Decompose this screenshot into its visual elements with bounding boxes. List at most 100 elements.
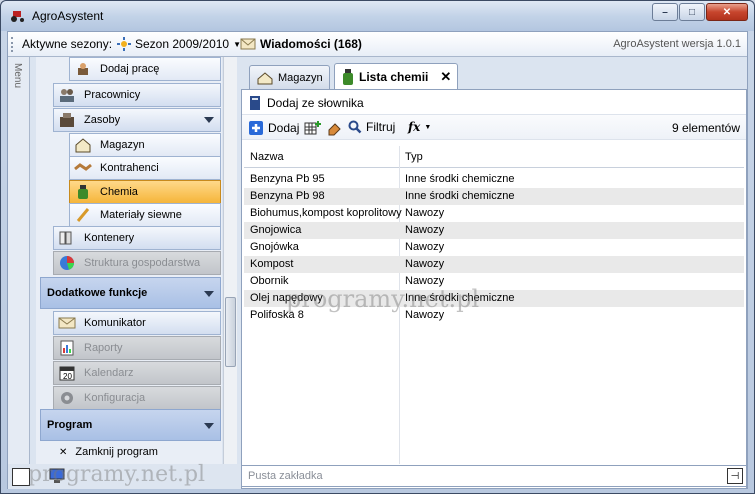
section-dodatkowe-funkcje[interactable]: Dodatkowe funkcje: [40, 277, 221, 309]
clear-button[interactable]: [326, 120, 344, 136]
grid-header: Nazwa Typ: [244, 146, 744, 168]
warehouse-icon: [72, 135, 94, 155]
season-dropdown[interactable]: Sezon 2009/2010 ▼: [117, 37, 241, 51]
fx-icon: fx: [408, 120, 421, 134]
sidebar-item-raporty[interactable]: Raporty: [53, 336, 221, 360]
sidebar-item-label: Materiały siewne: [100, 209, 182, 221]
sidebar-item-pracownicy[interactable]: Pracownicy: [53, 83, 221, 107]
section-title: Program: [47, 419, 93, 431]
empty-tab-label: Pusta zakładka: [248, 470, 323, 482]
sidebar-item-label: Magazyn: [100, 139, 145, 151]
collapse-arrow-icon[interactable]: [204, 117, 214, 123]
sidebar-item-materialy-siewne[interactable]: Materiały siewne: [69, 203, 221, 227]
content-panel: Dodaj ze słownika Dodaj Filtruj fx ▼ 9 e…: [241, 89, 747, 489]
sidebar-item-dodaj-prace[interactable]: Dodaj pracę: [69, 57, 221, 81]
column-header-typ[interactable]: Typ: [405, 151, 423, 163]
minimize-button[interactable]: –: [652, 3, 678, 21]
top-toolbar: Aktywne sezony: Sezon 2009/2010 ▼ Wiadom…: [8, 32, 747, 57]
filter-button[interactable]: Filtruj: [348, 120, 395, 134]
x-icon: ✕: [59, 446, 68, 458]
sidebar-item-komunikator[interactable]: Komunikator: [53, 311, 221, 335]
eraser-icon: [328, 123, 341, 136]
sidebar-item-struktura[interactable]: Struktura gospodarstwa: [53, 251, 221, 275]
sidebar-item-magazyn[interactable]: Magazyn: [69, 133, 221, 157]
add-column-button[interactable]: [304, 120, 322, 136]
scrollbar-thumb[interactable]: [225, 297, 236, 367]
cell-nazwa: Kompost: [250, 258, 294, 270]
sidebar-item-label: Konfiguracja: [84, 392, 146, 404]
cell-nazwa: Biohumus,kompost koprolitowy: [250, 207, 402, 219]
cell-nazwa: Gnojówka: [250, 241, 299, 253]
maximize-button[interactable]: □: [679, 3, 705, 21]
mail-icon: [240, 38, 256, 50]
cell-typ: Nawozy: [405, 224, 445, 236]
table-row[interactable]: Gnojówka Nawozy: [244, 239, 744, 256]
table-row[interactable]: Benzyna Pb 98 Inne środki chemiczne: [244, 188, 744, 205]
app-window: AgroAsystent – □ ✕ Aktywne sezony: Sezon…: [0, 0, 755, 494]
table-row[interactable]: Benzyna Pb 95 Inne środki chemiczne: [244, 171, 744, 188]
search-icon: [348, 120, 362, 134]
toolbar-grip[interactable]: [11, 37, 14, 52]
handshake-icon: [72, 158, 94, 178]
close-tab-icon[interactable]: ✕: [440, 69, 451, 85]
section-program[interactable]: Program: [40, 409, 221, 441]
sidebar-item-label: Chemia: [100, 186, 138, 198]
close-program-item[interactable]: ✕ Zamknij program: [53, 441, 221, 463]
cell-typ: Nawozy: [405, 241, 445, 253]
table-row[interactable]: Kompost Nawozy: [244, 256, 744, 273]
collapse-arrow-icon[interactable]: [204, 423, 214, 429]
dict-label: Dodaj ze słownika: [267, 96, 364, 110]
calendar-icon: 20: [56, 363, 78, 383]
tab-lista-chemii[interactable]: Lista chemii ✕: [334, 63, 459, 89]
containers-icon: [56, 228, 78, 248]
warehouse-icon: [257, 71, 273, 84]
tab-magazyn[interactable]: Magazyn: [249, 65, 330, 89]
book-icon: [250, 96, 260, 110]
cell-typ: Nawozy: [405, 207, 445, 219]
sidebar-item-label: Dodaj pracę: [100, 63, 160, 75]
add-from-dictionary-button[interactable]: Dodaj ze słownika: [248, 95, 364, 111]
version-label: AgroAsystent wersja 1.0.1: [613, 38, 741, 50]
table-add-icon: [304, 121, 321, 135]
table-row[interactable]: Gnojowica Nawozy: [244, 222, 744, 239]
cell-nazwa: Benzyna Pb 98: [250, 190, 325, 202]
table-row[interactable]: Biohumus,kompost koprolitowy Nawozy: [244, 205, 744, 222]
cell-typ: Inne środki chemiczne: [405, 190, 515, 202]
column-header-nazwa[interactable]: Nazwa: [250, 151, 284, 163]
bottom-strip: programy.net.pl: [8, 462, 241, 489]
client-area: Aktywne sezony: Sezon 2009/2010 ▼ Wiadom…: [7, 31, 748, 489]
pin-icon[interactable]: ⊣: [727, 468, 743, 484]
section-title: Dodatkowe funkcje: [47, 287, 148, 299]
sidebar-item-zasoby[interactable]: Zasoby: [53, 108, 221, 132]
cell-nazwa: Obornik: [250, 275, 289, 287]
sidebar-scrollbar[interactable]: [223, 57, 237, 464]
add-button[interactable]: Dodaj: [248, 120, 299, 136]
title-bar: AgroAsystent – □ ✕: [1, 1, 754, 31]
hammer-icon: [72, 59, 94, 79]
tractor-icon: [11, 11, 24, 22]
collapse-arrow-icon[interactable]: [204, 291, 214, 297]
empty-tab-bar[interactable]: Pusta zakładka ⊣: [241, 465, 747, 487]
sidebar-item-konfiguracja[interactable]: Konfiguracja: [53, 386, 221, 410]
tab-label: Lista chemii: [359, 69, 429, 84]
cell-nazwa: Benzyna Pb 95: [250, 173, 325, 185]
function-dropdown[interactable]: fx ▼: [408, 120, 431, 134]
close-program-label: Zamknij program: [75, 446, 158, 458]
menu-strip[interactable]: Menu: [8, 57, 30, 464]
close-window-button[interactable]: ✕: [706, 3, 748, 21]
sidebar-item-kalendarz[interactable]: 20 Kalendarz: [53, 361, 221, 385]
filter-label: Filtruj: [366, 120, 396, 134]
sun-icon: [117, 37, 131, 51]
news-button[interactable]: Wiadomości (168): [240, 37, 362, 51]
watermark: programy.net.pl: [28, 462, 206, 487]
sidebar-item-label: Pracownicy: [84, 89, 141, 101]
sidebar-item-chemia[interactable]: Chemia: [69, 180, 221, 204]
seasons-label: Aktywne sezony:: [22, 37, 113, 51]
svg-text:20: 20: [63, 372, 72, 381]
sidebar-item-label: Komunikator: [84, 317, 146, 329]
bottle-icon: [72, 182, 94, 202]
sidebar-item-kontenery[interactable]: Kontenery: [53, 226, 221, 250]
sidebar-item-kontrahenci[interactable]: Kontrahenci: [69, 156, 221, 180]
watermark: programy.net.pl: [286, 285, 480, 313]
sidebar-item-label: Kalendarz: [84, 367, 134, 379]
